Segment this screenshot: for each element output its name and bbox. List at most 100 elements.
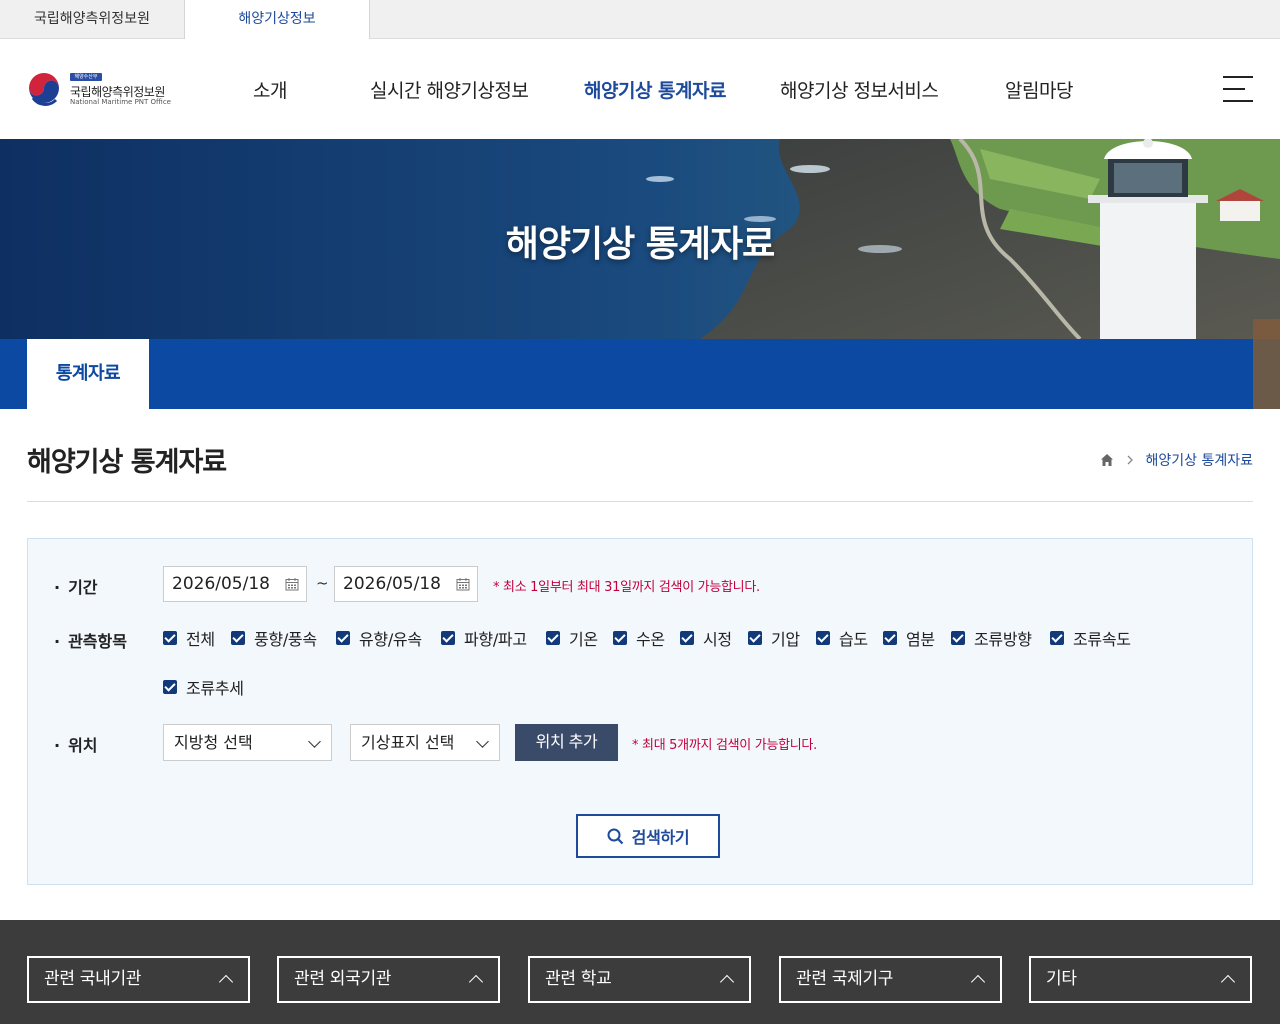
checkbox-water-temp[interactable]: 수온: [613, 628, 665, 649]
footer-select-schools[interactable]: 관련 학교: [528, 956, 751, 1003]
footer-select-label: 관련 국제기구: [796, 969, 894, 989]
checkbox-checked-icon[interactable]: [441, 631, 455, 645]
weather-buoy-select[interactable]: 기상표지 선택: [350, 724, 500, 761]
chevron-up-icon: [970, 974, 986, 990]
checkbox-visibility[interactable]: 시정: [680, 628, 732, 649]
date-range-separator: ~: [316, 574, 329, 592]
checkbox-label: 유향/유속: [359, 630, 422, 649]
logo-name-en: National Maritime PNT Office: [70, 98, 171, 106]
period-notice: * 최소 1일부터 최대 31일까지 검색이 가능합니다.: [493, 580, 760, 595]
breadcrumb: 해양기상 통계자료: [1100, 450, 1254, 470]
taegeuk-logo-icon: [27, 73, 61, 107]
checkbox-checked-icon[interactable]: [883, 631, 897, 645]
items-label: 관측항목: [54, 628, 127, 652]
select-value: 기상표지 선택: [361, 733, 455, 752]
chevron-down-icon: [308, 735, 321, 748]
home-icon[interactable]: [1100, 453, 1114, 467]
checkbox-all[interactable]: 전체: [163, 628, 215, 649]
tab-statistics[interactable]: 통계자료: [27, 339, 149, 409]
checkbox-label: 조류속도: [1073, 630, 1131, 649]
checkbox-label: 전체: [186, 630, 215, 649]
chevron-right-icon: [1127, 455, 1133, 465]
checkbox-current[interactable]: 유향/유속: [336, 628, 422, 649]
checkbox-wind[interactable]: 풍향/풍속: [231, 628, 317, 649]
page-title: 해양기상 통계자료: [27, 447, 227, 478]
footer-select-label: 관련 외국기관: [294, 969, 392, 989]
checkbox-checked-icon[interactable]: [613, 631, 627, 645]
checkbox-checked-icon[interactable]: [816, 631, 830, 645]
footer: 관련 국내기관 관련 외국기관 관련 학교 관련 국제기구 기타: [0, 920, 1280, 1024]
hero-title: 해양기상 통계자료: [505, 224, 776, 265]
checkbox-label: 시정: [703, 630, 732, 649]
gnb-about[interactable]: 소개: [253, 76, 287, 103]
checkbox-air-temp[interactable]: 기온: [546, 628, 598, 649]
checkbox-tide-trend[interactable]: 조류추세: [163, 677, 244, 698]
logo-badge: 해양수산부: [70, 73, 102, 81]
chevron-up-icon: [1220, 974, 1236, 990]
search-button[interactable]: 검색하기: [576, 814, 720, 858]
search-form: 기간 2026/05/18 ~ 2026/05/18 * 최소 1일부터 최대 …: [27, 538, 1253, 885]
checkbox-label: 풍향/풍속: [254, 630, 317, 649]
gnb-weather-statistics[interactable]: 해양기상 통계자료: [584, 76, 726, 103]
checkbox-label: 습도: [839, 630, 868, 649]
location-label: 위치: [54, 732, 97, 756]
location-notice: * 최대 5개까지 검색이 가능합니다.: [632, 738, 817, 753]
gnb-notice-board[interactable]: 알림마당: [1005, 76, 1073, 103]
checkbox-label: 기압: [771, 630, 800, 649]
select-value: 지방청 선택: [174, 733, 253, 752]
sub-tab-bar-image-edge: [1253, 339, 1280, 409]
checkbox-salinity[interactable]: 염분: [883, 628, 935, 649]
checkbox-checked-icon[interactable]: [163, 680, 177, 694]
checkbox-checked-icon[interactable]: [680, 631, 694, 645]
footer-select-label: 관련 학교: [545, 969, 612, 989]
footer-select-foreign[interactable]: 관련 외국기관: [277, 956, 500, 1003]
sub-tab-bar: [0, 339, 1253, 409]
period-label: 기간: [54, 574, 97, 598]
checkbox-label: 수온: [636, 630, 665, 649]
site-tab-pnt-office[interactable]: 국립해양측위정보원: [0, 0, 185, 39]
end-date-value: 2026/05/18: [343, 574, 441, 594]
site-logo[interactable]: 해양수산부 국립해양측위정보원 National Maritime PNT Of…: [26, 72, 196, 112]
checkbox-checked-icon[interactable]: [546, 631, 560, 645]
breadcrumb-current[interactable]: 해양기상 통계자료: [1146, 450, 1254, 470]
gnb-weather-service[interactable]: 해양기상 정보서비스: [780, 76, 939, 103]
checkbox-pressure[interactable]: 기압: [748, 628, 800, 649]
calendar-icon[interactable]: [456, 577, 470, 591]
search-icon: [607, 828, 623, 844]
chevron-up-icon: [719, 974, 735, 990]
add-location-button[interactable]: 위치 추가: [515, 724, 618, 761]
regional-office-select[interactable]: 지방청 선택: [163, 724, 332, 761]
gnb-realtime-weather[interactable]: 실시간 해양기상정보: [370, 76, 529, 103]
checkbox-checked-icon[interactable]: [951, 631, 965, 645]
checkbox-label: 파향/파고: [464, 630, 527, 649]
search-button-label: 검색하기: [631, 830, 690, 847]
checkbox-checked-icon[interactable]: [1050, 631, 1064, 645]
checkbox-tide-direction[interactable]: 조류방향: [951, 628, 1032, 649]
chevron-up-icon: [218, 974, 234, 990]
footer-select-label: 관련 국내기관: [44, 969, 142, 989]
site-tabs: 국립해양측위정보원 해양기상정보: [0, 0, 1280, 40]
checkbox-tide-speed[interactable]: 조류속도: [1050, 628, 1131, 649]
checkbox-label: 조류방향: [974, 630, 1032, 649]
footer-select-domestic[interactable]: 관련 국내기관: [27, 956, 250, 1003]
footer-select-international[interactable]: 관련 국제기구: [779, 956, 1002, 1003]
footer-select-other[interactable]: 기타: [1029, 956, 1252, 1003]
start-date-input[interactable]: 2026/05/18: [163, 566, 307, 602]
checkbox-checked-icon[interactable]: [231, 631, 245, 645]
start-date-value: 2026/05/18: [172, 574, 270, 594]
end-date-input[interactable]: 2026/05/18: [334, 566, 478, 602]
checkbox-label: 염분: [906, 630, 935, 649]
menu-hamburger-icon[interactable]: [1223, 76, 1253, 102]
footer-select-label: 기타: [1046, 969, 1077, 989]
checkbox-checked-icon[interactable]: [163, 631, 177, 645]
site-tab-marine-weather[interactable]: 해양기상정보: [185, 0, 370, 40]
checkbox-label: 기온: [569, 630, 598, 649]
calendar-icon[interactable]: [285, 577, 299, 591]
hero-banner: 해양기상 통계자료: [0, 139, 1280, 339]
checkbox-humidity[interactable]: 습도: [816, 628, 868, 649]
checkbox-checked-icon[interactable]: [748, 631, 762, 645]
checkbox-checked-icon[interactable]: [336, 631, 350, 645]
chevron-down-icon: [476, 735, 489, 748]
chevron-up-icon: [468, 974, 484, 990]
checkbox-wave[interactable]: 파향/파고: [441, 628, 527, 649]
